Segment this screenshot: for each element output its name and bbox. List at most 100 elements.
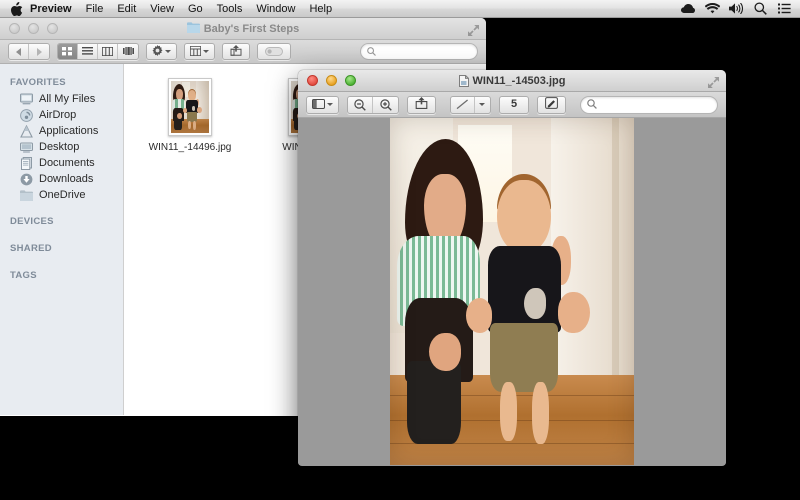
search-icon <box>587 96 597 114</box>
menu-item-help[interactable]: Help <box>302 0 339 18</box>
edit-pen-icon <box>545 96 558 114</box>
search-icon <box>367 43 376 61</box>
finder-titlebar[interactable]: Baby's First Steps <box>0 18 486 40</box>
sidebar-item-airdrop[interactable]: AirDrop <box>0 107 123 123</box>
sidebar-label-documents: Documents <box>39 157 95 169</box>
markup-caret-icon[interactable] <box>475 97 490 113</box>
sidebar-label-applications: Applications <box>39 125 99 137</box>
preview-rotate-button[interactable]: 5 <box>499 95 530 114</box>
finder-share-button[interactable] <box>222 43 250 60</box>
finder-close-button[interactable] <box>9 23 20 34</box>
menu-bar-status-area <box>681 2 800 16</box>
markup-pen-icon[interactable] <box>451 96 475 113</box>
volume-icon[interactable] <box>729 2 744 16</box>
preview-traffic-lights <box>298 75 356 86</box>
menu-item-preview[interactable]: Preview <box>23 0 79 18</box>
spotlight-search-icon[interactable] <box>753 2 768 16</box>
preview-title-text: WIN11_-14503.jpg <box>472 74 566 87</box>
sidebar-header-favorites: FAVORITES <box>10 77 66 88</box>
desktop-icon <box>20 141 33 154</box>
file-thumbnail[interactable] <box>168 78 212 136</box>
file-item[interactable]: WIN11_-14496.jpg <box>144 78 236 153</box>
finder-tag-button[interactable] <box>257 43 291 60</box>
preview-sidebar-button[interactable] <box>306 95 339 114</box>
sidebar-view-icon <box>312 96 325 114</box>
menu-item-go[interactable]: Go <box>181 0 210 18</box>
sidebar-label-airdrop: AirDrop <box>39 109 77 121</box>
preview-fullscreen-icon[interactable] <box>708 75 719 88</box>
cloud-icon[interactable] <box>681 2 696 16</box>
sidebar-item-applications[interactable]: Applications <box>0 123 123 139</box>
folder-icon <box>186 21 201 36</box>
finder-minimize-button[interactable] <box>28 23 39 34</box>
menu-item-view[interactable]: View <box>143 0 181 18</box>
menu-item-tools[interactable]: Tools <box>210 0 250 18</box>
sidebar-item-downloads[interactable]: Downloads <box>0 171 123 187</box>
forward-arrow-icon[interactable] <box>29 44 49 59</box>
columns-icon[interactable] <box>98 44 118 59</box>
preview-window[interactable]: WIN11_-14503.jpg 5 <box>298 70 726 466</box>
notification-center-icon[interactable] <box>777 2 792 16</box>
preview-titlebar[interactable]: WIN11_-14503.jpg <box>298 70 726 92</box>
preview-toolbar[interactable]: 5 <box>298 92 726 118</box>
finder-title: Baby's First Steps <box>0 21 486 36</box>
sidebar-item-all-my-files[interactable]: All My Files <box>0 91 123 107</box>
zoom-out-icon[interactable] <box>348 96 374 113</box>
grid-icon[interactable] <box>58 44 78 59</box>
sidebar-item-desktop[interactable]: Desktop <box>0 139 123 155</box>
sidebar-header-devices: DEVICES <box>10 216 54 227</box>
action-caret-icon <box>165 50 171 53</box>
folder-icon <box>20 189 33 202</box>
sidebar-header-tags: TAGS <box>10 270 37 281</box>
file-name-label: WIN11_-14496.jpg <box>148 142 232 153</box>
sidebar-item-onedrive[interactable]: OneDrive <box>0 187 123 203</box>
finder-view-mode-buttons[interactable] <box>57 43 139 60</box>
coverflow-icon[interactable] <box>118 44 138 59</box>
rotate-icon: 5 <box>511 98 518 110</box>
preview-edit-button[interactable] <box>537 95 567 114</box>
finder-sidebar[interactable]: FAVORITES All My Files AirDrop Applicati… <box>0 64 124 415</box>
menu-bar: Preview File Edit View Go Tools Window H… <box>0 0 800 18</box>
list-icon[interactable] <box>78 44 98 59</box>
finder-nav-buttons[interactable] <box>8 43 50 60</box>
finder-arrange-button[interactable] <box>184 43 215 60</box>
share-icon <box>415 96 428 114</box>
menu-item-file[interactable]: File <box>79 0 111 18</box>
arrange-icon <box>189 43 202 61</box>
sidebar-label-onedrive: OneDrive <box>39 189 86 201</box>
finder-toolbar[interactable] <box>0 40 486 64</box>
finder-search-field[interactable] <box>360 43 478 60</box>
finder-zoom-button[interactable] <box>47 23 58 34</box>
sidebar-caret-icon <box>327 103 333 106</box>
share-icon <box>230 43 242 61</box>
preview-close-button[interactable] <box>307 75 318 86</box>
apple-logo-icon[interactable] <box>10 1 23 16</box>
sidebar-header-shared: SHARED <box>10 243 52 254</box>
sidebar-label-downloads: Downloads <box>39 173 94 185</box>
applications-icon <box>20 124 33 138</box>
preview-markup-buttons[interactable] <box>450 95 492 114</box>
tag-icon <box>265 43 283 61</box>
preview-image-canvas[interactable] <box>298 118 726 465</box>
preview-share-button[interactable] <box>407 95 437 114</box>
image-document-icon <box>458 73 470 87</box>
documents-icon <box>20 156 33 170</box>
back-arrow-icon[interactable] <box>9 44 29 59</box>
downloads-icon <box>20 173 33 186</box>
preview-title: WIN11_-14503.jpg <box>298 73 726 87</box>
preview-search-field[interactable] <box>580 95 718 114</box>
wifi-icon[interactable] <box>705 2 720 16</box>
preview-minimize-button[interactable] <box>326 75 337 86</box>
finder-action-button[interactable] <box>146 43 177 60</box>
finder-fullscreen-icon[interactable] <box>468 23 479 36</box>
desktop: Preview File Edit View Go Tools Window H… <box>0 0 800 500</box>
menu-item-window[interactable]: Window <box>249 0 302 18</box>
sidebar-item-documents[interactable]: Documents <box>0 155 123 171</box>
preview-zoom-buttons[interactable] <box>347 95 400 114</box>
arrange-caret-icon <box>203 50 209 53</box>
zoom-in-icon[interactable] <box>373 97 398 113</box>
menu-item-edit[interactable]: Edit <box>110 0 143 18</box>
finder-traffic-lights <box>0 23 58 34</box>
preview-zoom-button[interactable] <box>345 75 356 86</box>
airdrop-icon <box>20 108 33 122</box>
